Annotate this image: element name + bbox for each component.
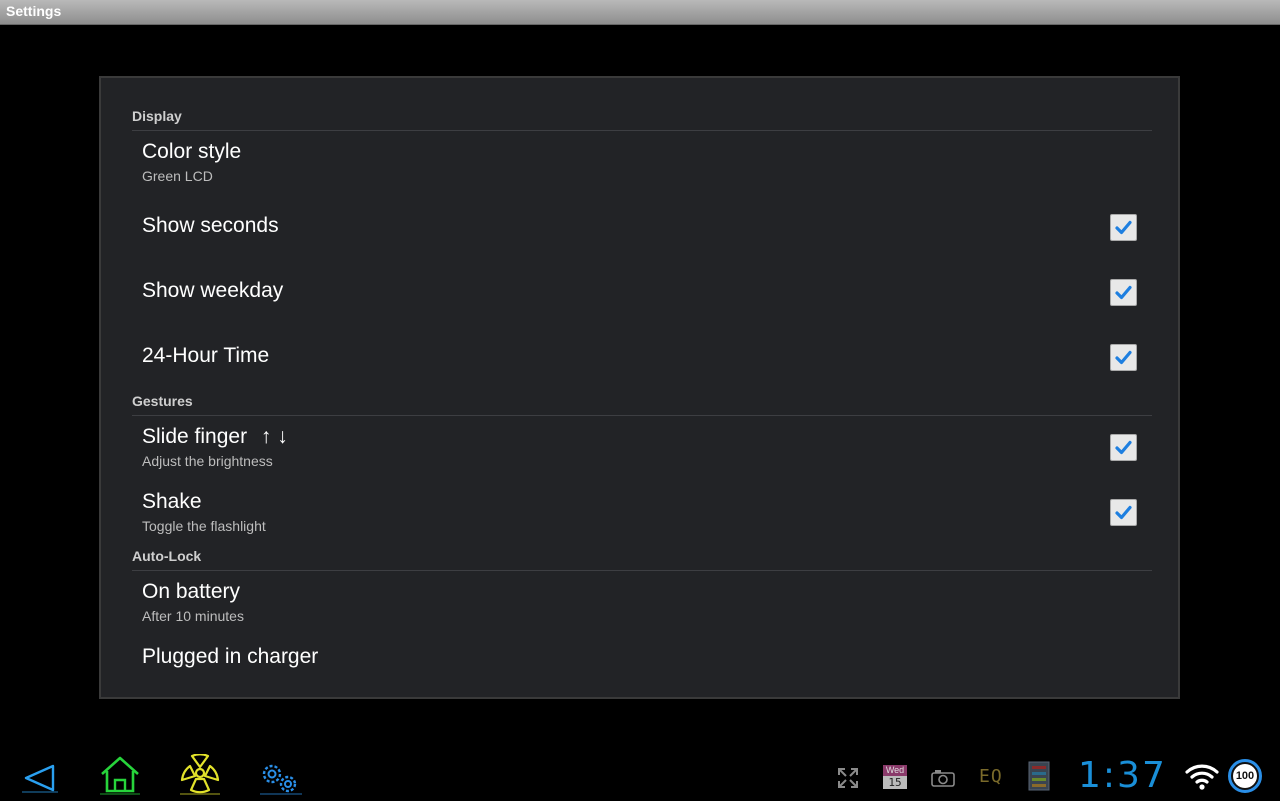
section-header-auto-lock: Auto-Lock (132, 548, 1152, 571)
pref-title: Slide finger (142, 425, 248, 448)
pref-shake[interactable]: Shake Toggle the flashlight (142, 490, 1142, 534)
battery-icon[interactable]: 100 (1228, 759, 1262, 793)
pref-title: Shake (142, 490, 202, 513)
arrows-icon: ↑ ↓ (260, 425, 288, 448)
check-icon (1115, 440, 1132, 455)
pref-summary: After 10 minutes (142, 608, 244, 624)
wifi-icon[interactable] (1185, 762, 1219, 795)
check-icon (1115, 220, 1132, 235)
pref-title: Show weekday (142, 279, 284, 302)
title-bar: Settings (0, 0, 1280, 25)
pref-on-battery[interactable]: On battery After 10 minutes (142, 580, 1142, 624)
pref-summary: Green LCD (142, 168, 213, 184)
pref-summary: Toggle the flashlight (142, 518, 266, 534)
calendar-icon[interactable]: Wed 15 (883, 765, 907, 791)
settings-gears-icon (260, 764, 302, 795)
pref-slide-finger[interactable]: Slide finger ↑ ↓ Adjust the brightness (142, 425, 1142, 469)
pref-summary: Adjust the brightness (142, 453, 273, 469)
pref-title: On battery (142, 580, 241, 603)
checkbox-shake[interactable] (1110, 499, 1137, 526)
checkbox-show-seconds[interactable] (1110, 214, 1137, 241)
calendar-date: 15 (883, 776, 907, 789)
back-icon (22, 764, 58, 793)
pref-show-seconds[interactable]: Show seconds (142, 214, 1142, 238)
home-button[interactable] (98, 754, 142, 801)
pref-color-style[interactable]: Color style Green LCD (142, 140, 1142, 184)
check-icon (1115, 350, 1132, 365)
expand-icon[interactable] (837, 767, 859, 794)
home-icon (100, 756, 140, 795)
pref-show-weekday[interactable]: Show weekday (142, 279, 1142, 303)
pref-title: Color style (142, 140, 242, 163)
check-icon (1115, 505, 1132, 520)
section-header-gestures: Gestures (132, 393, 1152, 416)
pref-plugged-in-charger[interactable]: Plugged in charger (142, 645, 1142, 669)
settings-dialog: Display Color style Green LCD Show secon… (99, 76, 1180, 699)
pref-title: Show seconds (142, 214, 279, 237)
checkbox-24-hour-time[interactable] (1110, 344, 1137, 371)
sd-card-icon[interactable] (1026, 761, 1052, 796)
scroll-fade (101, 673, 1178, 697)
section-header-display: Display (132, 108, 1152, 131)
window-title: Settings (6, 3, 62, 19)
camera-icon[interactable] (931, 769, 955, 792)
equalizer-icon[interactable]: EQ (979, 766, 1003, 787)
battery-level: 100 (1233, 764, 1257, 788)
clock[interactable]: 1:37 (1078, 755, 1167, 796)
back-button[interactable] (20, 762, 60, 799)
radiation-icon (180, 753, 220, 795)
pref-title: Plugged in charger (142, 645, 319, 668)
check-icon (1115, 285, 1132, 300)
calendar-day: Wed (883, 765, 907, 776)
radiation-app-button[interactable] (178, 753, 222, 801)
checkbox-show-weekday[interactable] (1110, 279, 1137, 306)
checkbox-slide-finger[interactable] (1110, 434, 1137, 461)
pref-24-hour-time[interactable]: 24-Hour Time (142, 344, 1142, 368)
pref-title: 24-Hour Time (142, 344, 270, 367)
settings-app-button[interactable] (258, 760, 304, 801)
